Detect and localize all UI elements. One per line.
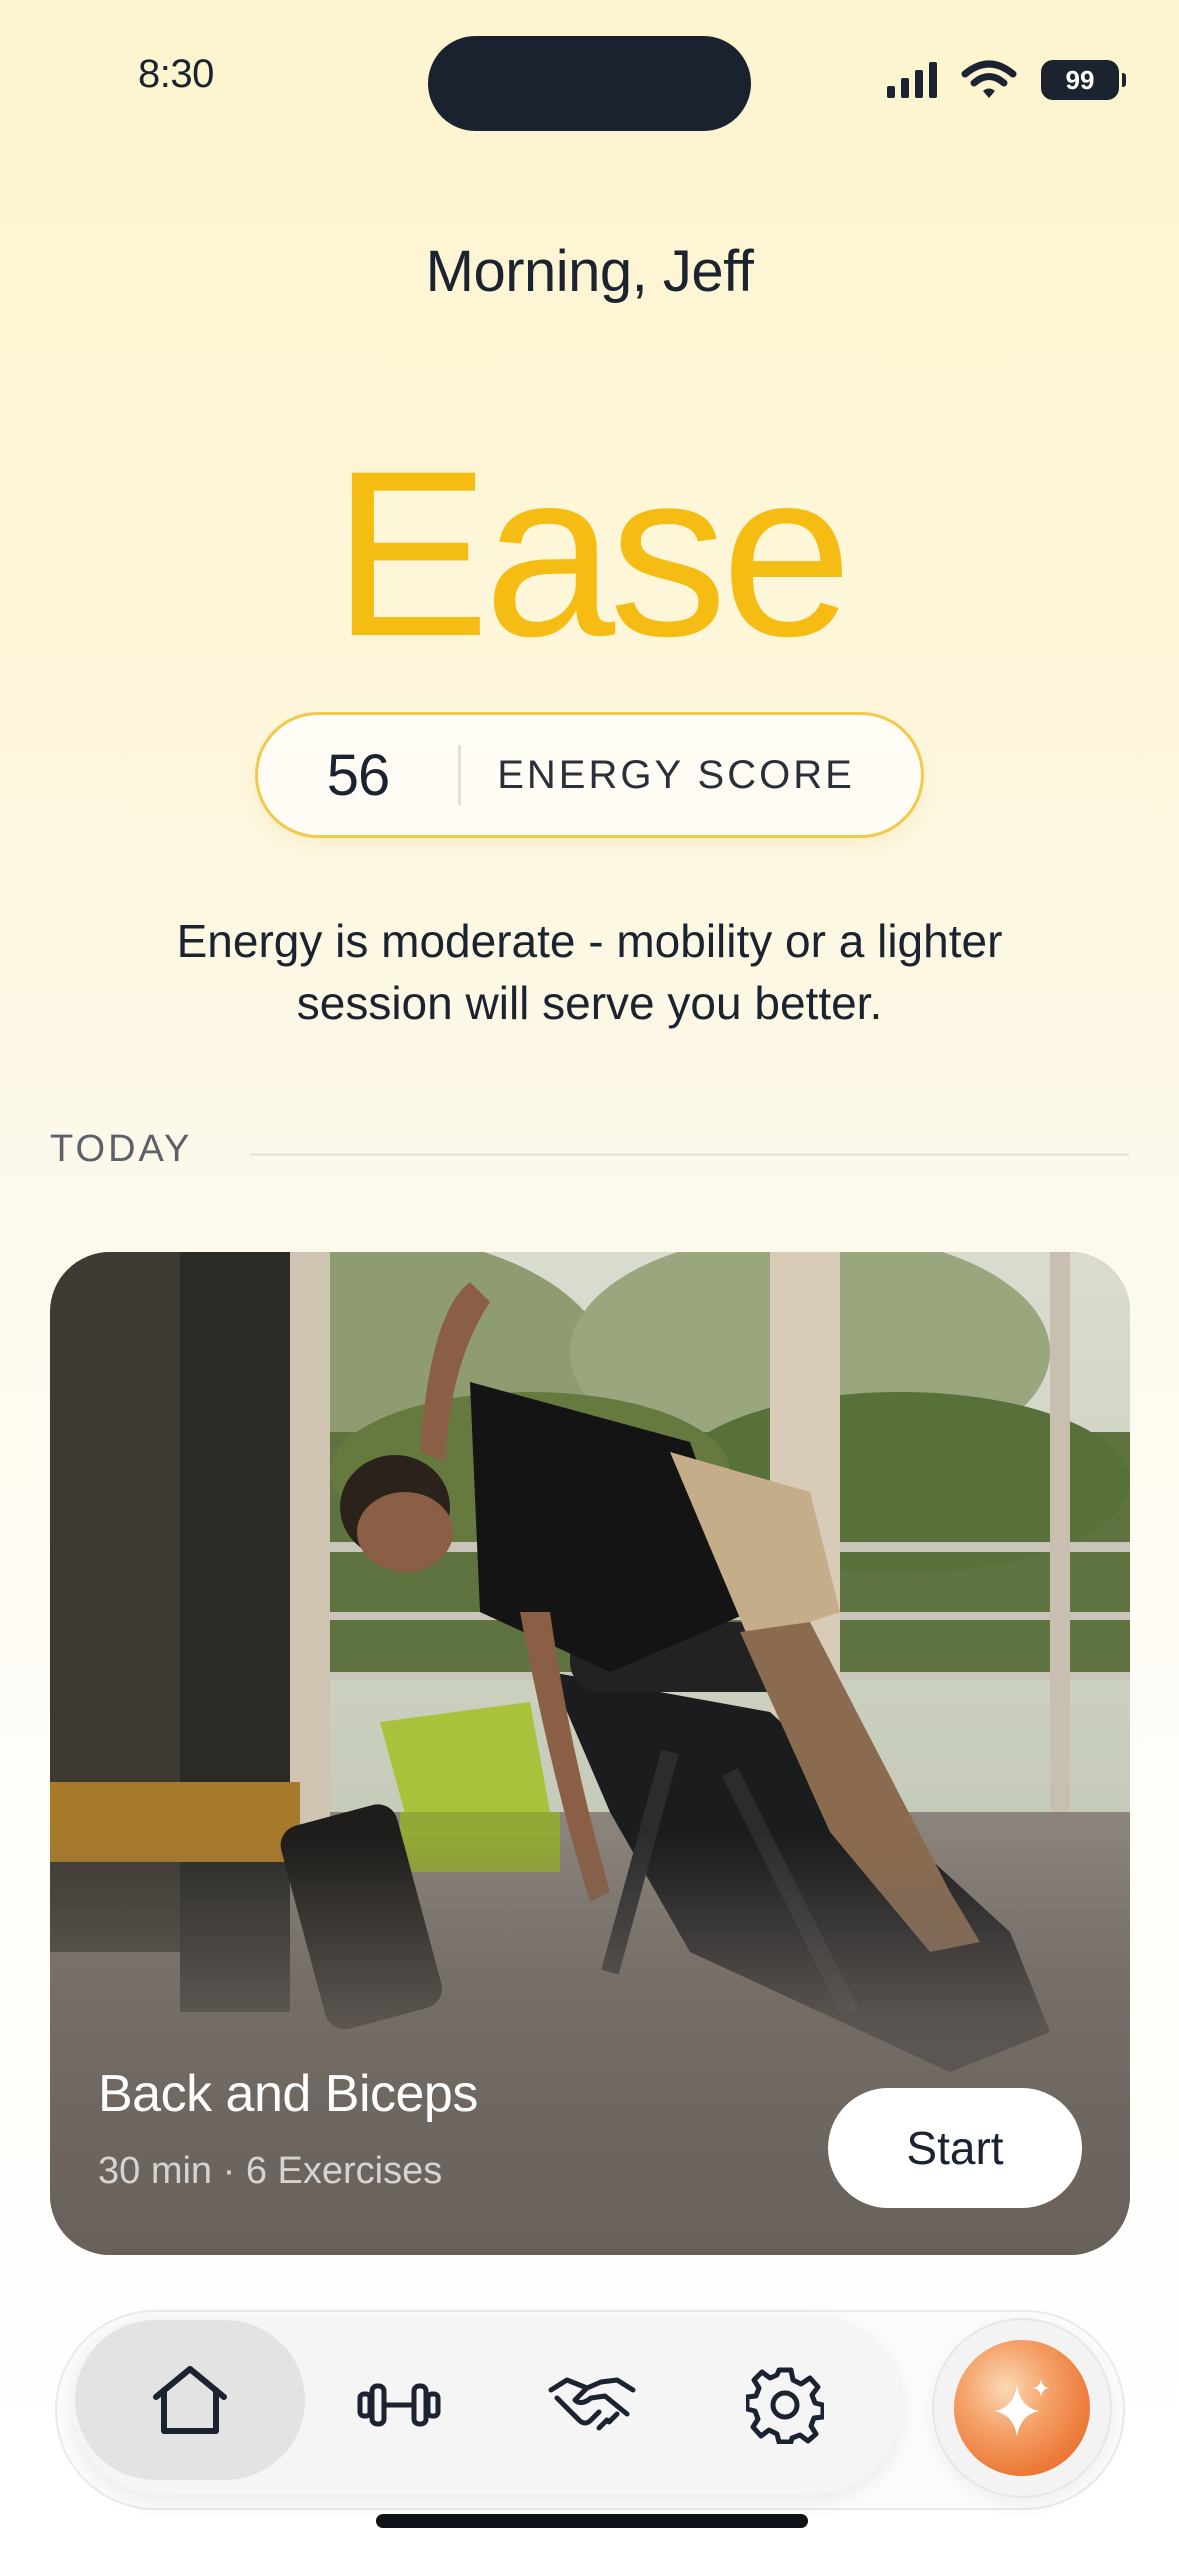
greeting: Morning, Jeff <box>425 239 754 304</box>
workout-card[interactable]: Back and Biceps 30 min · 6 Exercises Sta… <box>50 1252 1130 2255</box>
tab-coaching[interactable] <box>527 2315 657 2495</box>
home-indicator <box>376 2514 808 2528</box>
battery-indicator: 99 <box>1041 60 1126 100</box>
energy-score-label: ENERGY SCORE <box>497 752 855 797</box>
tab-workouts[interactable] <box>334 2315 464 2495</box>
status-icons: 99 <box>887 60 1126 100</box>
assistant-button[interactable] <box>932 2318 1112 2498</box>
home-icon <box>153 2366 227 2434</box>
sparkle-icon <box>995 2379 1049 2437</box>
dumbbell-icon <box>357 2383 441 2427</box>
workout-meta: 30 min · 6 Exercises <box>98 2150 443 2192</box>
energy-score-value: 56 <box>326 742 391 808</box>
handshake-icon <box>548 2377 636 2431</box>
section-divider <box>250 1153 1129 1156</box>
workout-title: Back and Biceps <box>98 2065 478 2123</box>
tab-home[interactable] <box>75 2320 305 2480</box>
tab-bar <box>72 2315 902 2495</box>
energy-state-word: Ease <box>332 422 853 686</box>
dynamic-island <box>428 36 751 131</box>
cellular-signal-icon <box>887 62 937 98</box>
energy-score-pill[interactable]: 56 ENERGY SCORE <box>255 712 924 838</box>
today-section-label: TODAY <box>50 1128 193 1170</box>
energy-advice-text: Energy is moderate - mobility or a light… <box>176 915 1003 1029</box>
start-workout-button[interactable]: Start <box>828 2088 1082 2208</box>
gear-icon <box>746 2367 824 2444</box>
tab-settings[interactable] <box>720 2315 850 2495</box>
status-time: 8:30 <box>138 52 214 96</box>
wifi-icon <box>961 60 1017 98</box>
home-screen: 8:30 99 Morning, Jeff Ease 56 ENERGY SCO… <box>0 0 1179 2556</box>
assistant-orb <box>954 2340 1090 2476</box>
